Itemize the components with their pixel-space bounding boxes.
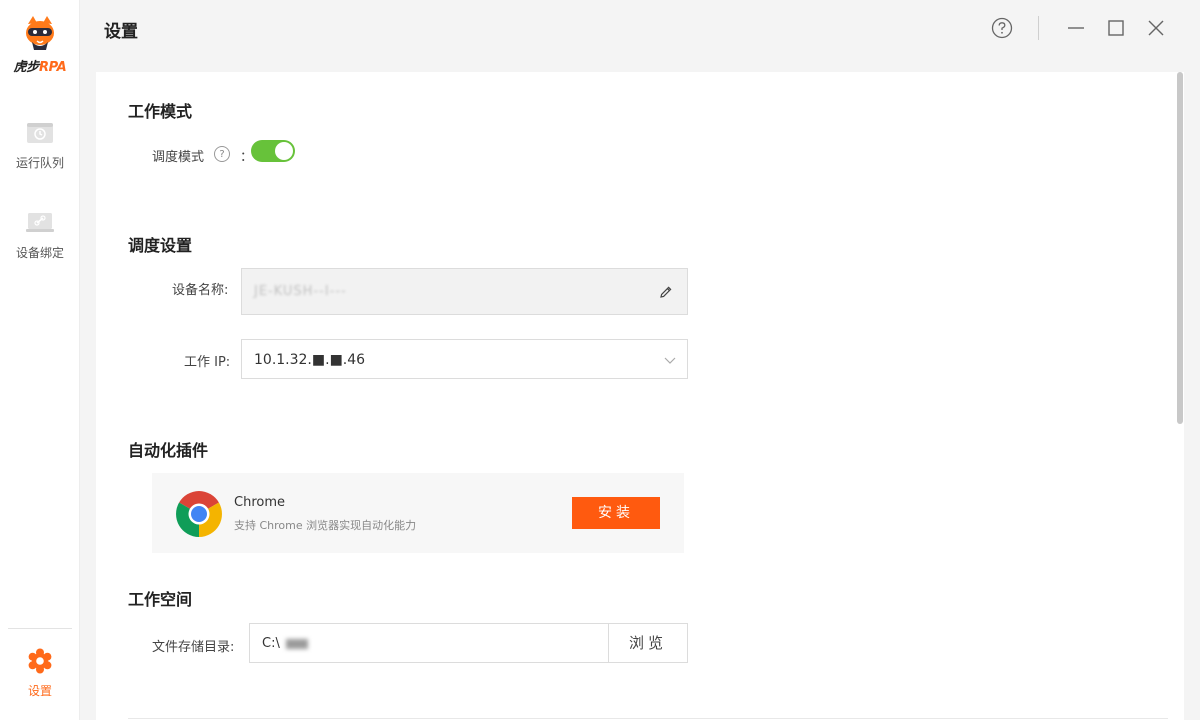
minimize-icon: [1068, 27, 1084, 29]
maximize-icon: [1108, 20, 1124, 36]
redacted-path: [285, 638, 308, 649]
minimize-button[interactable]: [1064, 16, 1088, 40]
close-button[interactable]: [1144, 16, 1168, 40]
plugin-name: Chrome: [234, 495, 285, 510]
sidebar-item-run-queue[interactable]: 运行队列: [0, 118, 80, 171]
question-icon[interactable]: ?: [214, 146, 230, 162]
sidebar-item-label: 运行队列: [15, 156, 64, 170]
work-ip-value: 10.1.32.■.■.46: [254, 352, 366, 368]
section-title-schedule-settings: 调度设置: [128, 236, 193, 255]
settings-panel: 工作模式 调度模式 ? ： 调度设置 设备名称: JE-KUSH--I--- 工…: [96, 72, 1184, 720]
toggle-knob: [275, 142, 293, 160]
title-bar: 设置: [80, 0, 1200, 56]
device-name-label: 设备名称:: [172, 283, 229, 298]
install-chrome-plugin-button[interactable]: 安装: [572, 497, 660, 529]
section-title-automation-plugins: 自动化插件: [128, 441, 209, 460]
close-icon: [1148, 20, 1164, 36]
schedule-mode-toggle[interactable]: [251, 140, 295, 162]
help-button[interactable]: [990, 16, 1014, 40]
sidebar-item-label: 设置: [27, 684, 52, 698]
brand-name-en: RPA: [38, 60, 67, 75]
brand-name: 虎步RPA: [0, 56, 80, 75]
sidebar-item-device-binding[interactable]: 设备绑定: [0, 208, 80, 261]
sidebar-item-label: 设备绑定: [15, 246, 64, 260]
plugin-description: 支持 Chrome 浏览器实现自动化能力: [234, 519, 417, 532]
settings-gear-icon: [25, 646, 55, 676]
clock-icon: [25, 118, 55, 148]
device-name-value: JE-KUSH--I---: [254, 284, 347, 299]
chevron-down-icon: [663, 352, 677, 366]
app-logo: 虎步RPA: [0, 14, 80, 75]
sidebar-item-settings[interactable]: 设置: [0, 646, 80, 699]
section-divider: [128, 718, 1168, 719]
tiger-mascot-icon: [20, 14, 60, 54]
browse-button[interactable]: 浏览: [608, 623, 688, 663]
vertical-scrollbar[interactable]: [1177, 72, 1183, 424]
maximize-button[interactable]: [1104, 16, 1128, 40]
work-ip-label: 工作 IP:: [184, 355, 231, 370]
page-title: 设置: [104, 22, 138, 42]
help-icon: [991, 17, 1013, 39]
storage-dir-path: C:\: [262, 636, 280, 651]
sidebar-divider: [8, 628, 72, 629]
storage-dir-label: 文件存储目录:: [152, 640, 235, 655]
brand-name-cn: 虎步: [13, 60, 40, 75]
device-link-icon: [25, 208, 55, 238]
title-bar-separator: [1038, 16, 1039, 40]
section-title-work-mode: 工作模式: [128, 102, 193, 121]
storage-dir-input[interactable]: C:\: [249, 623, 609, 663]
storage-dir-value: C:\: [262, 636, 308, 651]
edit-pencil-icon[interactable]: [659, 284, 675, 300]
schedule-mode-label: 调度模式: [152, 150, 205, 165]
chrome-icon: [176, 491, 222, 537]
section-title-workspace: 工作空间: [128, 590, 193, 609]
plugin-card-chrome: Chrome 支持 Chrome 浏览器实现自动化能力 安装: [152, 473, 684, 553]
work-ip-select[interactable]: 10.1.32.■.■.46: [241, 339, 688, 379]
sidebar: 虎步RPA 运行队列 设备绑定 设置: [0, 0, 80, 720]
device-name-field[interactable]: JE-KUSH--I---: [241, 268, 688, 315]
